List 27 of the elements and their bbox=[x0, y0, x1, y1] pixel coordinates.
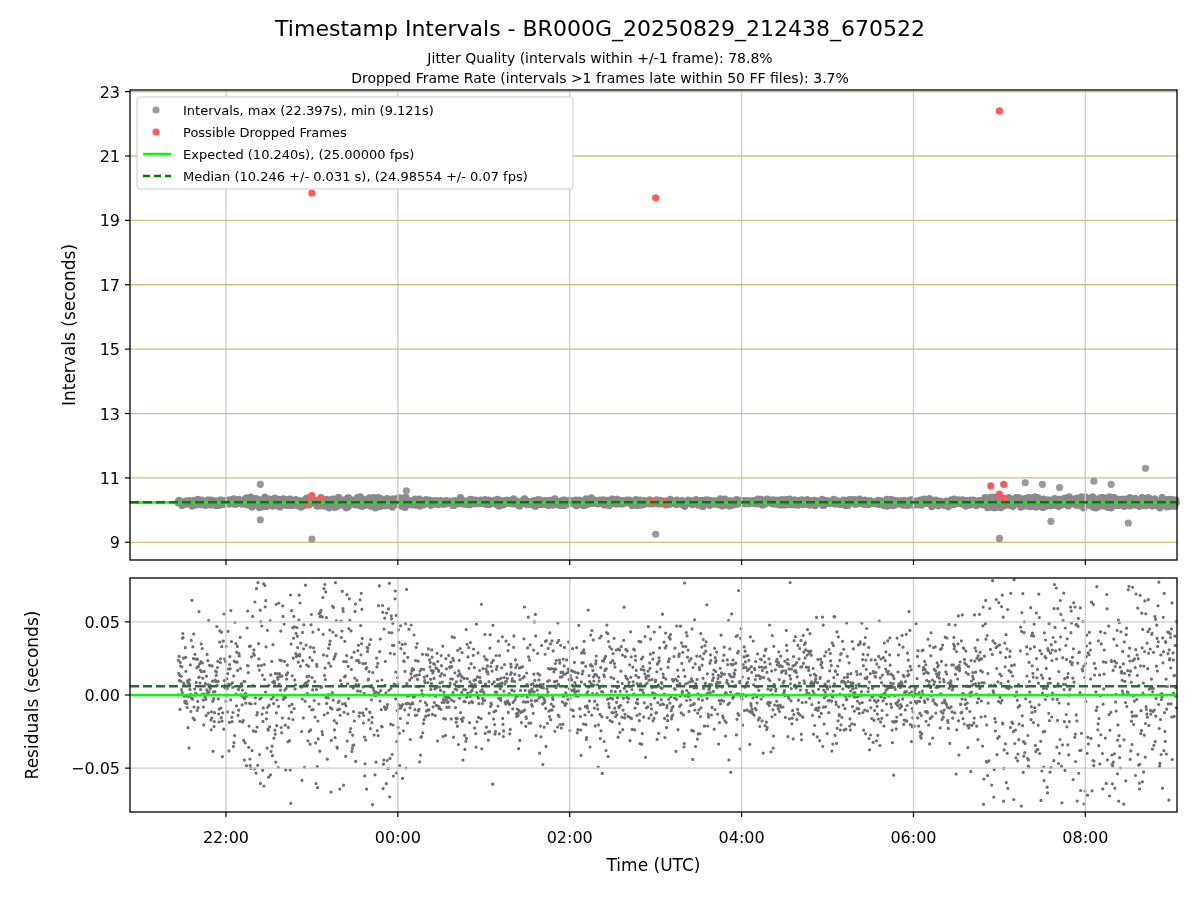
x-tick-label: 08:00 bbox=[1062, 828, 1109, 847]
figure-title: Timestamp Intervals - BR000G_20250829_212438_670522 bbox=[275, 16, 925, 41]
y-tick-label: 19 bbox=[99, 211, 120, 231]
x-tick-label: 06:00 bbox=[890, 828, 937, 847]
legend-label: Expected (10.240s), (25.00000 fps) bbox=[183, 147, 415, 162]
y-tick-label: 0.00 bbox=[84, 686, 120, 705]
y-tick-label: 9 bbox=[109, 533, 120, 553]
y-tick-label: 13 bbox=[99, 404, 120, 424]
figure-subtitle: Dropped Frame Rate (intervals >1 frames late within 50 FF files): 3.7% bbox=[351, 70, 849, 86]
y-tick-label: 21 bbox=[99, 147, 120, 166]
x-tick-label: 22:00 bbox=[202, 828, 249, 847]
y-tick-label: 17 bbox=[99, 275, 120, 295]
legend-label: Intervals, max (22.397s), min (9.121s) bbox=[183, 103, 434, 118]
y-tick-label: 15 bbox=[99, 340, 120, 360]
y-tick-label: −0.05 bbox=[70, 759, 120, 779]
x-tick-label: 00:00 bbox=[374, 828, 421, 847]
y-tick-label: 23 bbox=[99, 82, 120, 102]
x-tick-label: 04:00 bbox=[718, 828, 765, 847]
legend-label: Median (10.246 +/- 0.031 s), (24.98554 +/- 0.07 fps) bbox=[183, 169, 528, 184]
y-tick-label: 0.05 bbox=[84, 612, 120, 632]
legend-label: Possible Dropped Frames bbox=[183, 125, 347, 140]
y-axis-label: Residuals (seconds) bbox=[22, 610, 42, 780]
x-axis-label: Time (UTC) bbox=[606, 855, 701, 875]
y-tick-label: 11 bbox=[99, 468, 120, 488]
figure-subtitle: Jitter Quality (intervals within +/-1 frame): 78.8% bbox=[427, 50, 773, 66]
y-axis-label: Intervals (seconds) bbox=[59, 243, 79, 407]
x-tick-label: 02:00 bbox=[546, 828, 593, 847]
